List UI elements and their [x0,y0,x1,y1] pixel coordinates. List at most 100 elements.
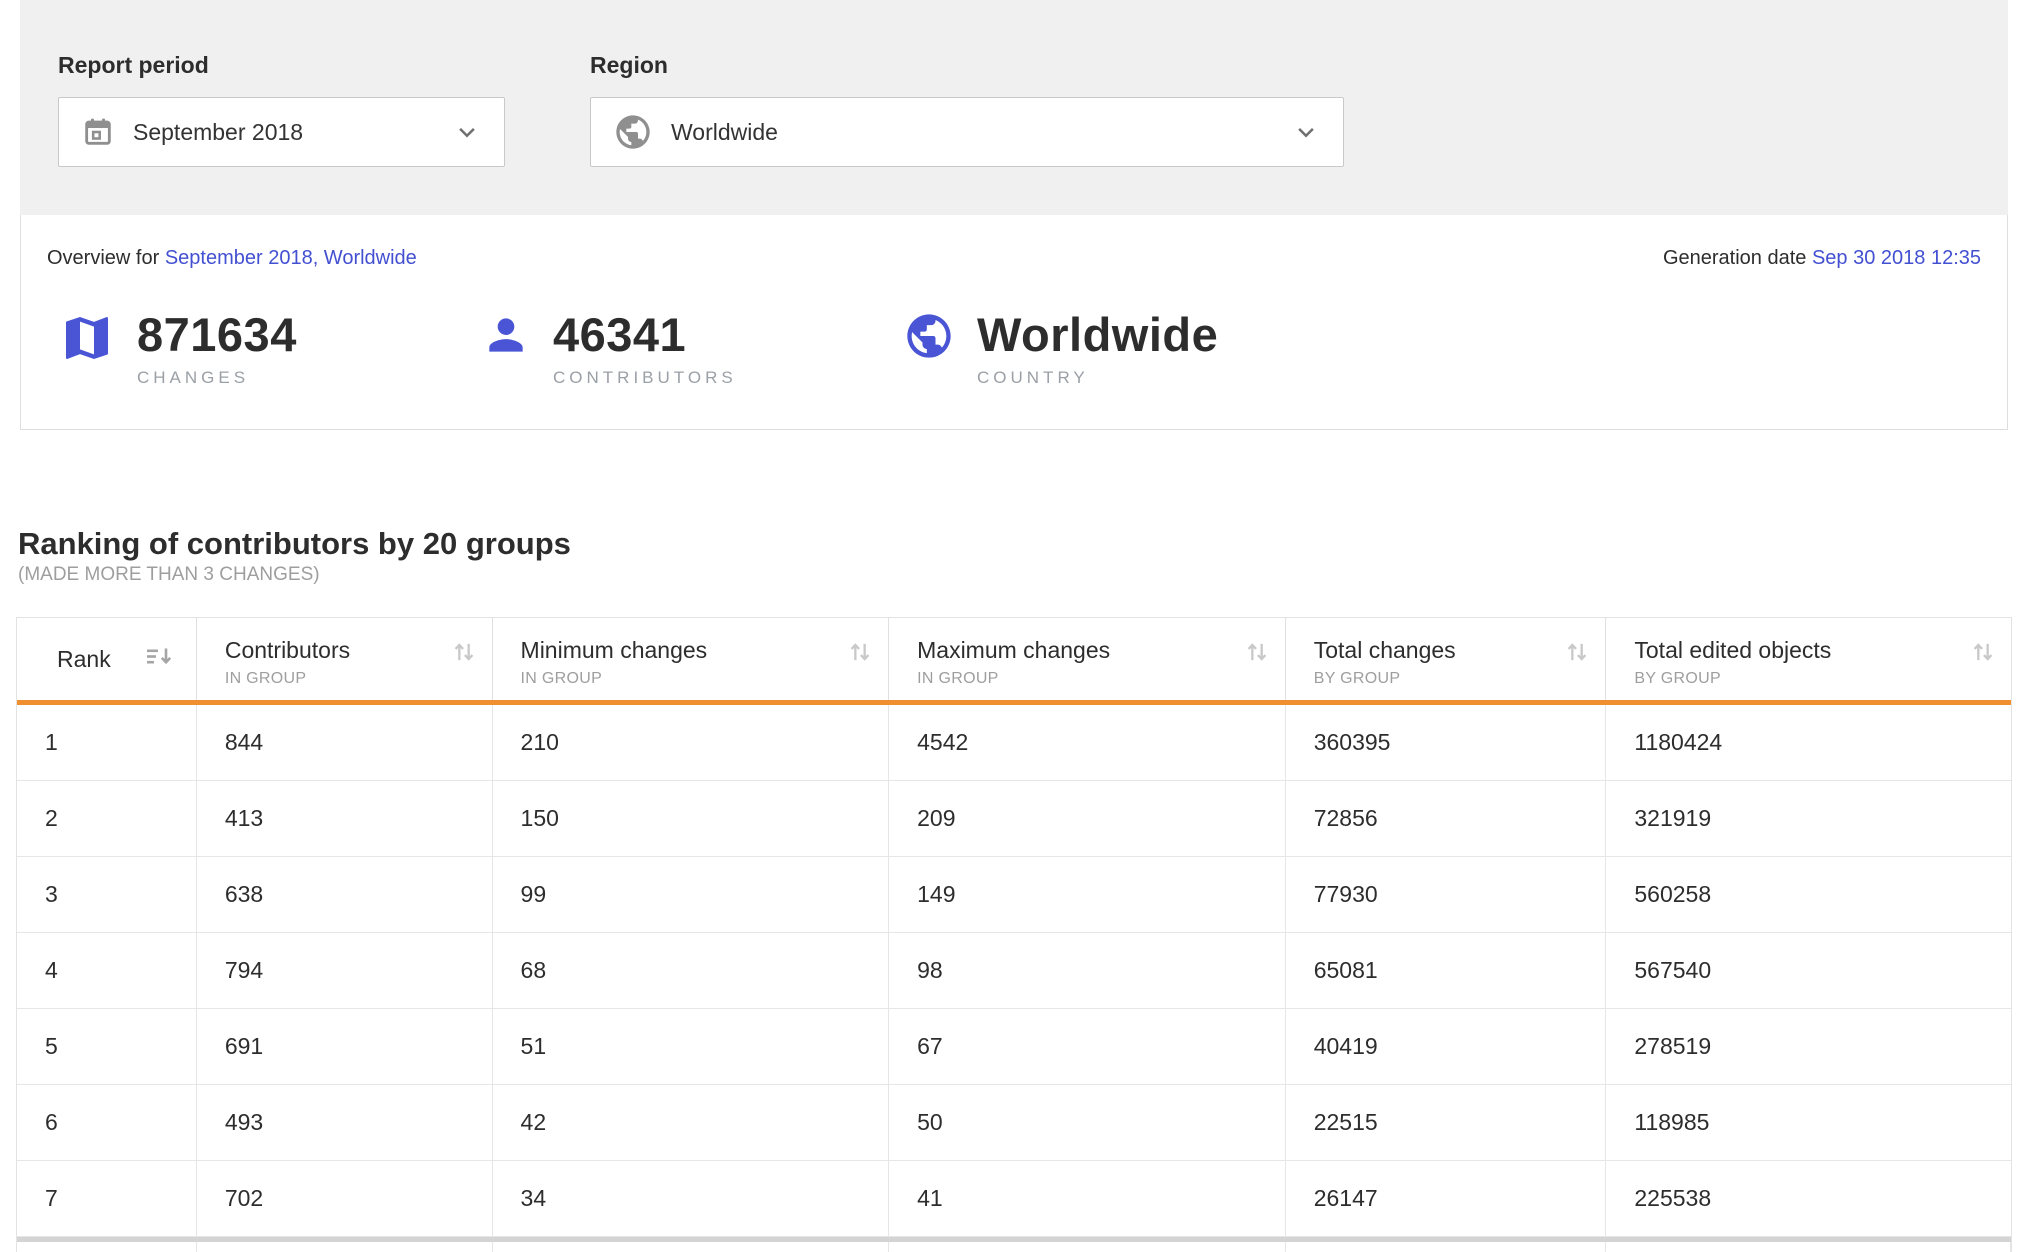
report-period-label: Report period [58,52,505,79]
sort-amount-down-icon[interactable] [144,643,178,676]
table-row: 2 413 150 209 72856 321919 [17,781,2011,857]
changes-value: 871634 [137,310,297,359]
table-cell: 99 [493,857,890,932]
column-header-total-changes[interactable]: Total changes BY GROUP [1286,618,1607,700]
overview-prefix: Overview for [47,247,159,269]
table-row: 3 638 99 149 77930 560258 [17,857,2011,933]
column-label: Maximum changes [917,637,1285,663]
table-cell: 1 [17,705,197,780]
table-cell: 278519 [1606,1009,2011,1084]
sort-updown-icon[interactable] [846,638,874,671]
chevron-down-icon [452,117,482,147]
column-label: Total edited objects [1634,637,2011,663]
country-value: Worldwide [977,310,1218,359]
table-cell: 209 [889,781,1286,856]
table-cell: 149 [889,857,1286,932]
globe-icon [613,112,653,152]
filter-panel: Report period September 2018 Region [20,0,2008,215]
ranking-title: Ranking of contributors by 20 groups [18,526,2012,562]
table-cell: 26147 [1286,1161,1607,1236]
chevron-down-icon [1291,117,1321,147]
table-cell: 413 [197,781,493,856]
table-cell: 321919 [1606,781,2011,856]
table-row: 6 493 42 50 22515 118985 [17,1085,2011,1161]
column-header-maximum-changes[interactable]: Maximum changes IN GROUP [889,618,1286,700]
table-cell: 3 [17,857,197,932]
table-cell: 50 [889,1085,1286,1160]
stats-row: 871634 CHANGES 46341 CONTRIBUTORS Worldw… [47,310,1981,388]
sort-updown-icon[interactable] [1969,638,1997,671]
column-label: Total changes [1314,637,1606,663]
ranking-table: Rank Contributors IN GROUP Minimum chang… [16,617,2012,1252]
map-icon [59,310,115,366]
table-cell: 210 [493,705,890,780]
table-header-row: Rank Contributors IN GROUP Minimum chang… [17,618,2011,705]
table-cell: 702 [197,1161,493,1236]
table-cell: 65081 [1286,933,1607,1008]
column-header-total-edited-objects[interactable]: Total edited objects BY GROUP [1606,618,2011,700]
table-cell: 5 [17,1009,197,1084]
sort-updown-icon[interactable] [450,638,478,671]
contributors-value: 46341 [553,310,737,359]
table-row: 1 844 210 4542 360395 1180424 [17,705,2011,781]
column-sublabel: IN GROUP [225,670,492,688]
region-dropdown[interactable]: Worldwide [590,97,1344,167]
column-header-contributors[interactable]: Contributors IN GROUP [197,618,493,700]
changes-label: CHANGES [137,368,297,388]
sort-updown-icon[interactable] [1563,638,1591,671]
table-cell: 794 [197,933,493,1008]
table-cell: 22515 [1286,1085,1607,1160]
report-period-dropdown[interactable]: September 2018 [58,97,505,167]
overview-scope-link[interactable]: September 2018, Worldwide [165,247,417,269]
table-cell: 118985 [1606,1085,2011,1160]
table-cell: 2 [17,781,197,856]
table-cell: 4 [17,933,197,1008]
column-sublabel: BY GROUP [1634,670,2011,688]
report-period-group: Report period September 2018 [58,52,505,215]
country-label: COUNTRY [977,368,1218,388]
stat-contributors: 46341 CONTRIBUTORS [481,310,903,388]
table-cell: 1180424 [1606,705,2011,780]
table-row-partial [17,1242,2011,1252]
report-period-value: September 2018 [133,119,303,146]
table-cell: 691 [197,1009,493,1084]
sort-updown-icon[interactable] [1243,638,1271,671]
table-cell: 638 [197,857,493,932]
table-cell: 98 [889,933,1286,1008]
generation-date-label: Generation date [1663,247,1806,269]
table-cell: 493 [197,1085,493,1160]
person-icon [481,310,531,360]
generation-date-link[interactable]: Sep 30 2018 12:35 [1812,247,1981,269]
table-cell: 7 [17,1161,197,1236]
table-cell: 567540 [1606,933,2011,1008]
table-cell: 560258 [1606,857,2011,932]
table-cell: 67 [889,1009,1286,1084]
table-cell: 51 [493,1009,890,1084]
globe-icon [903,310,955,362]
table-cell: 34 [493,1161,890,1236]
table-row: 7 702 34 41 26147 225538 [17,1161,2011,1237]
overview-card: Overview for September 2018, Worldwide G… [20,215,2008,430]
overview-scope: Overview for September 2018, Worldwide [47,247,417,270]
table-row: 5 691 51 67 40419 278519 [17,1009,2011,1085]
column-header-minimum-changes[interactable]: Minimum changes IN GROUP [493,618,890,700]
column-sublabel: BY GROUP [1314,670,1606,688]
table-cell: 150 [493,781,890,856]
column-label: Minimum changes [521,637,889,663]
region-label: Region [590,52,1344,79]
table-cell: 844 [197,705,493,780]
calendar-icon [81,115,115,149]
table-cell: 4542 [889,705,1286,780]
column-header-rank[interactable]: Rank [17,618,197,700]
table-cell: 72856 [1286,781,1607,856]
stat-country: Worldwide COUNTRY [903,310,1325,388]
table-cell: 6 [17,1085,197,1160]
table-cell: 225538 [1606,1161,2011,1236]
ranking-subtitle: (MADE MORE THAN 3 CHANGES) [18,563,2012,587]
stat-changes: 871634 CHANGES [59,310,481,388]
table-cell: 41 [889,1161,1286,1236]
table-cell: 40419 [1286,1009,1607,1084]
generation-date: Generation date Sep 30 2018 12:35 [1663,247,1981,270]
table-cell: 42 [493,1085,890,1160]
column-sublabel: IN GROUP [521,670,889,688]
